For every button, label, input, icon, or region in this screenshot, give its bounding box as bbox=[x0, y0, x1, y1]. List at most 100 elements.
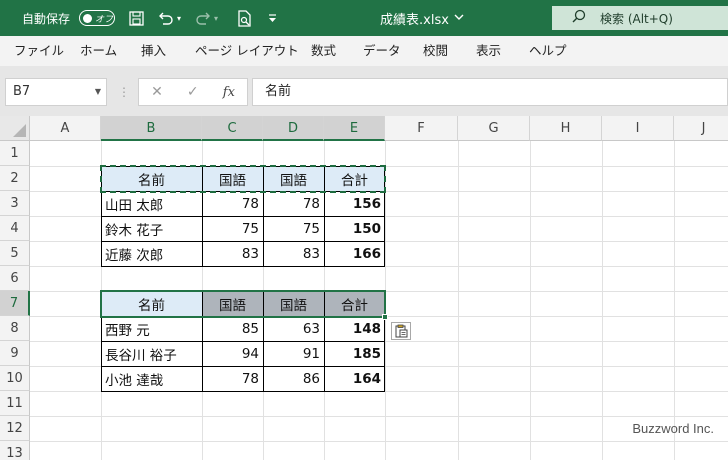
tab-home[interactable]: ホーム bbox=[80, 36, 117, 66]
tab-review[interactable]: 校閲 bbox=[423, 36, 448, 66]
save-icon[interactable] bbox=[126, 0, 146, 36]
table1-cell-total[interactable]: 150 bbox=[324, 216, 385, 241]
table1-cell-score[interactable]: 75 bbox=[263, 216, 324, 241]
row-header-6[interactable]: 6 bbox=[0, 266, 30, 291]
name-box-value: B7 bbox=[13, 84, 31, 99]
column-header-e[interactable]: E bbox=[324, 116, 385, 141]
row-header-5[interactable]: 5 bbox=[0, 241, 30, 266]
table2-header-total[interactable]: 合計 bbox=[324, 291, 385, 316]
enter-check-icon[interactable]: ✓ bbox=[187, 84, 199, 100]
row-header-3[interactable]: 3 bbox=[0, 191, 30, 216]
name-box-dropdown-icon[interactable]: ▼ bbox=[95, 79, 101, 105]
row-header-1[interactable]: 1 bbox=[0, 141, 30, 166]
table1-cell-score[interactable]: 75 bbox=[202, 216, 263, 241]
table1-header-name[interactable]: 名前 bbox=[101, 166, 202, 191]
redo-dropdown-icon[interactable]: ▾ bbox=[214, 0, 218, 36]
tab-page-layout[interactable]: ページ レイアウト bbox=[195, 36, 299, 66]
formula-bar: B7 ▼ ⋮ ✕ ✓ fx 名前 bbox=[0, 76, 728, 108]
row-header-8[interactable]: 8 bbox=[0, 316, 30, 341]
row-header-13[interactable]: 13 bbox=[0, 441, 30, 460]
search-box[interactable]: 検索 (Alt+Q) bbox=[552, 6, 728, 30]
fill-handle[interactable] bbox=[382, 314, 388, 320]
row-header-12[interactable]: 12 bbox=[0, 416, 30, 441]
tab-view[interactable]: 表示 bbox=[476, 36, 501, 66]
column-header-a[interactable]: A bbox=[30, 116, 101, 141]
column-header-j[interactable]: J bbox=[674, 116, 728, 141]
gridline bbox=[530, 141, 531, 460]
customize-toolbar-icon[interactable] bbox=[262, 0, 282, 36]
row-header-2[interactable]: 2 bbox=[0, 166, 30, 191]
table2-header-name[interactable]: 名前 bbox=[101, 291, 202, 316]
gridline bbox=[674, 141, 675, 460]
table2-cell-score[interactable]: 85 bbox=[202, 316, 263, 341]
column-header-d[interactable]: D bbox=[263, 116, 324, 141]
table1-cell-name[interactable]: 山田 太郎 bbox=[101, 191, 202, 216]
row-header-10[interactable]: 10 bbox=[0, 366, 30, 391]
tab-formulas[interactable]: 数式 bbox=[311, 36, 336, 66]
table2-cell-name[interactable]: 小池 達哉 bbox=[101, 366, 202, 391]
table1-cell-score[interactable]: 78 bbox=[263, 191, 324, 216]
row-header-4[interactable]: 4 bbox=[0, 216, 30, 241]
table1-header-total[interactable]: 合計 bbox=[324, 166, 385, 191]
title-bar: 自動保存 オフ ▾ ▾ 成績表.xlsx 検索 (Alt+Q) bbox=[0, 0, 728, 36]
search-placeholder: 検索 (Alt+Q) bbox=[600, 11, 673, 26]
table2-cell-name[interactable]: 西野 元 bbox=[101, 316, 202, 341]
table2-header-subject2[interactable]: 国語 bbox=[263, 291, 324, 316]
table2-header-subject1[interactable]: 国語 bbox=[202, 291, 263, 316]
table1-header-subject2[interactable]: 国語 bbox=[263, 166, 324, 191]
gridline bbox=[458, 141, 459, 460]
tab-insert[interactable]: 挿入 bbox=[141, 36, 166, 66]
table2-cell-total[interactable]: 164 bbox=[324, 366, 385, 391]
column-header-h[interactable]: H bbox=[530, 116, 602, 141]
table2-cell-total[interactable]: 148 bbox=[324, 316, 385, 341]
worksheet-grid[interactable]: A B C D E F G H I J 1 2 3 4 5 6 7 8 9 10… bbox=[0, 116, 728, 460]
table1-cell-total[interactable]: 156 bbox=[324, 191, 385, 216]
table2-cell-total[interactable]: 185 bbox=[324, 341, 385, 366]
gridline bbox=[30, 391, 728, 392]
table1-cell-name[interactable]: 鈴木 花子 bbox=[101, 216, 202, 241]
row-header-7[interactable]: 7 bbox=[0, 291, 30, 316]
table1-cell-score[interactable]: 83 bbox=[263, 241, 324, 266]
table1-cell-total[interactable]: 166 bbox=[324, 241, 385, 266]
column-header-b[interactable]: B bbox=[101, 116, 202, 141]
table1-cell-name[interactable]: 近藤 次郎 bbox=[101, 241, 202, 266]
column-header-i[interactable]: I bbox=[602, 116, 674, 141]
paste-options-button[interactable] bbox=[391, 322, 411, 340]
undo-icon[interactable] bbox=[155, 0, 175, 36]
insert-function-icon[interactable]: fx bbox=[223, 85, 235, 100]
ribbon-gap bbox=[0, 66, 728, 76]
table1-cell-score[interactable]: 78 bbox=[202, 191, 263, 216]
autosave-toggle-text: オフ bbox=[95, 14, 114, 25]
toggle-knob-icon bbox=[83, 13, 92, 23]
formula-buttons: ✕ ✓ fx bbox=[138, 78, 248, 106]
table2-cell-score[interactable]: 94 bbox=[202, 341, 263, 366]
redo-icon[interactable] bbox=[193, 0, 213, 36]
undo-dropdown-icon[interactable]: ▾ bbox=[177, 0, 181, 36]
name-box[interactable]: B7 ▼ bbox=[5, 78, 107, 106]
tab-help[interactable]: ヘルプ bbox=[529, 36, 567, 66]
column-header-c[interactable]: C bbox=[202, 116, 263, 141]
select-all-corner[interactable] bbox=[0, 116, 30, 141]
row-header-9[interactable]: 9 bbox=[0, 341, 30, 366]
gridline bbox=[30, 441, 728, 442]
table2-cell-score[interactable]: 86 bbox=[263, 366, 324, 391]
formula-input[interactable]: 名前 bbox=[252, 78, 728, 106]
cancel-icon[interactable]: ✕ bbox=[151, 84, 163, 100]
table2-cell-score[interactable]: 91 bbox=[263, 341, 324, 366]
column-header-g[interactable]: G bbox=[458, 116, 530, 141]
column-header-f[interactable]: F bbox=[385, 116, 458, 141]
tab-data[interactable]: データ bbox=[363, 36, 401, 66]
print-preview-icon[interactable] bbox=[234, 0, 254, 36]
table2-cell-score[interactable]: 78 bbox=[202, 366, 263, 391]
table2-cell-score[interactable]: 63 bbox=[263, 316, 324, 341]
row-header-11[interactable]: 11 bbox=[0, 391, 30, 416]
paste-clipboard-icon bbox=[395, 324, 408, 338]
document-title[interactable]: 成績表.xlsx bbox=[380, 0, 464, 36]
tab-file[interactable]: ファイル bbox=[14, 36, 64, 66]
gridline bbox=[602, 141, 603, 460]
formula-bar-grip-icon[interactable]: ⋮ bbox=[118, 76, 130, 108]
autosave-toggle[interactable]: オフ bbox=[79, 10, 115, 26]
table1-cell-score[interactable]: 83 bbox=[202, 241, 263, 266]
table1-header-subject1[interactable]: 国語 bbox=[202, 166, 263, 191]
table2-cell-name[interactable]: 長谷川 裕子 bbox=[101, 341, 202, 366]
